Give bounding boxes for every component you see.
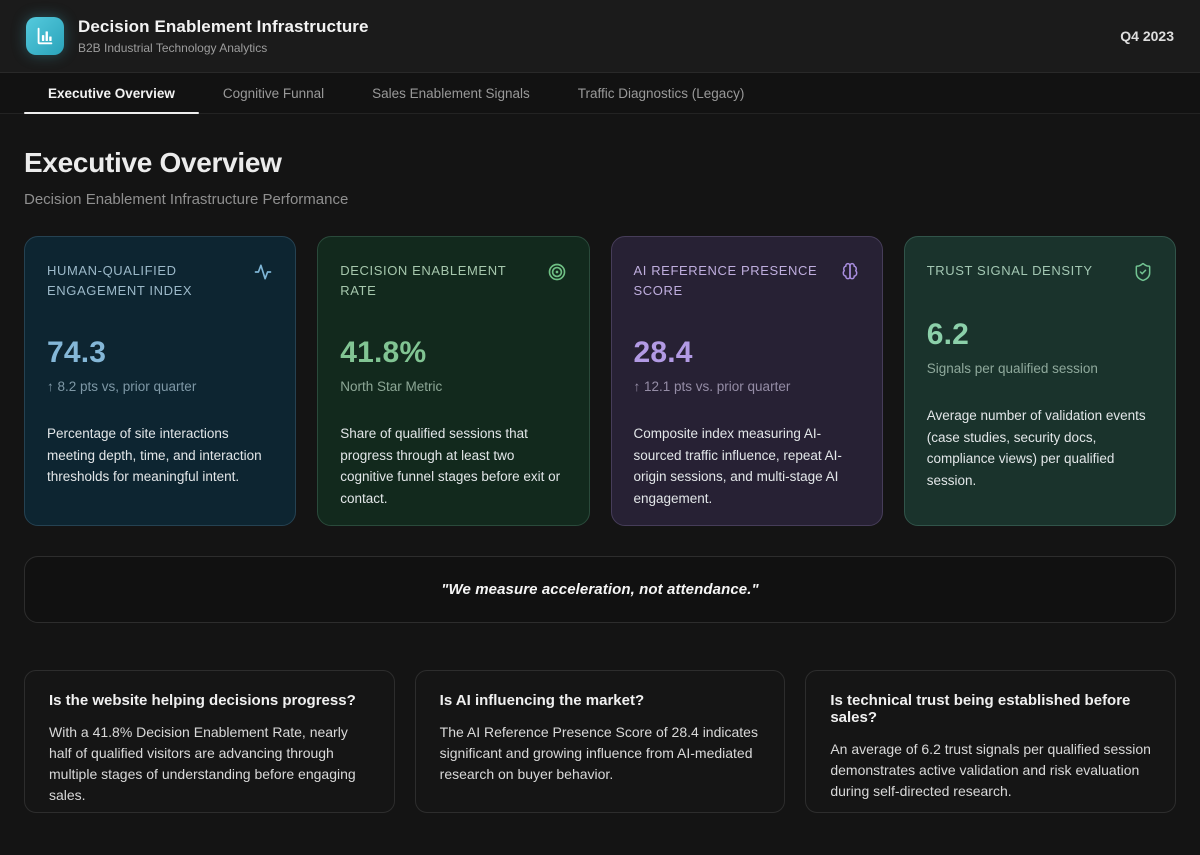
app-header: Decision Enablement Infrastructure B2B I… bbox=[0, 0, 1200, 72]
metric-card-ai-reference-presence: AI REFERENCE PRESENCE SCORE 28.4 ↑ 12.1 … bbox=[611, 236, 883, 526]
main-content: Executive Overview Decision Enablement I… bbox=[0, 147, 1200, 813]
tab-cognitive-funnal[interactable]: Cognitive Funnal bbox=[199, 73, 348, 113]
bar-chart-icon bbox=[34, 25, 56, 47]
metric-card-trust-signal-density: TRUST SIGNAL DENSITY 6.2 Signals per qua… bbox=[904, 236, 1176, 526]
tab-sales-enablement-signals[interactable]: Sales Enablement Signals bbox=[348, 73, 554, 113]
quote-text: "We measure acceleration, not attendance… bbox=[441, 581, 758, 598]
metric-card-decision-enablement-rate: DECISION ENABLEMENT RATE 41.8% North Sta… bbox=[317, 236, 589, 526]
quote-banner: "We measure acceleration, not attendance… bbox=[24, 556, 1176, 623]
insight-card-decisions-progress: Is the website helping decisions progres… bbox=[24, 670, 395, 813]
app-subtitle: B2B Industrial Technology Analytics bbox=[78, 41, 369, 55]
metric-label: TRUST SIGNAL DENSITY bbox=[927, 261, 1093, 281]
metric-description: Average number of validation events (cas… bbox=[927, 405, 1153, 491]
brain-icon bbox=[840, 262, 860, 282]
app-identity: Decision Enablement Infrastructure B2B I… bbox=[26, 17, 369, 55]
metric-label: AI REFERENCE PRESENCE SCORE bbox=[634, 261, 832, 300]
metric-card-header: DECISION ENABLEMENT RATE bbox=[340, 261, 566, 300]
metric-subtitle: North Star Metric bbox=[340, 379, 566, 394]
page-title: Executive Overview bbox=[24, 147, 1176, 179]
metric-card-engagement-index: HUMAN-QUALIFIED ENGAGEMENT INDEX 74.3 ↑ … bbox=[24, 236, 296, 526]
metric-value: 28.4 bbox=[634, 336, 860, 370]
insight-answer: An average of 6.2 trust signals per qual… bbox=[830, 739, 1151, 802]
app-title: Decision Enablement Infrastructure bbox=[78, 17, 369, 37]
metric-card-header: HUMAN-QUALIFIED ENGAGEMENT INDEX bbox=[47, 261, 273, 300]
metric-value: 74.3 bbox=[47, 336, 273, 370]
metric-delta: ↑ 8.2 pts vs, prior quarter bbox=[47, 379, 273, 394]
period-badge: Q4 2023 bbox=[1120, 28, 1174, 44]
insight-card-row: Is the website helping decisions progres… bbox=[24, 670, 1176, 813]
tab-executive-overview[interactable]: Executive Overview bbox=[24, 73, 199, 113]
metric-card-header: AI REFERENCE PRESENCE SCORE bbox=[634, 261, 860, 300]
insight-card-ai-influence: Is AI influencing the market? The AI Ref… bbox=[415, 670, 786, 813]
target-icon bbox=[547, 262, 567, 282]
insight-answer: The AI Reference Presence Score of 28.4 … bbox=[440, 722, 761, 785]
metric-label: DECISION ENABLEMENT RATE bbox=[340, 261, 538, 300]
metric-label: HUMAN-QUALIFIED ENGAGEMENT INDEX bbox=[47, 261, 245, 300]
metric-card-header: TRUST SIGNAL DENSITY bbox=[927, 261, 1153, 282]
activity-icon bbox=[253, 262, 273, 282]
shield-check-icon bbox=[1133, 262, 1153, 282]
insight-question: Is technical trust being established bef… bbox=[830, 692, 1151, 726]
insight-answer: With a 41.8% Decision Enablement Rate, n… bbox=[49, 722, 370, 806]
insight-card-technical-trust: Is technical trust being established bef… bbox=[805, 670, 1176, 813]
tab-bar: Executive Overview Cognitive Funnal Sale… bbox=[0, 72, 1200, 114]
metric-value: 6.2 bbox=[927, 318, 1153, 352]
insight-question: Is the website helping decisions progres… bbox=[49, 692, 370, 709]
tab-traffic-diagnostics-legacy[interactable]: Traffic Diagnostics (Legacy) bbox=[554, 73, 769, 113]
metric-value: 41.8% bbox=[340, 336, 566, 370]
page-subtitle: Decision Enablement Infrastructure Perfo… bbox=[24, 191, 1176, 208]
metric-description: Percentage of site interactions meeting … bbox=[47, 423, 273, 488]
metric-card-row: HUMAN-QUALIFIED ENGAGEMENT INDEX 74.3 ↑ … bbox=[24, 236, 1176, 526]
header-titles: Decision Enablement Infrastructure B2B I… bbox=[78, 17, 369, 55]
app-logo bbox=[26, 17, 64, 55]
insight-question: Is AI influencing the market? bbox=[440, 692, 761, 709]
metric-subtitle: Signals per qualified session bbox=[927, 361, 1153, 376]
metric-delta: ↑ 12.1 pts vs. prior quarter bbox=[634, 379, 860, 394]
metric-description: Share of qualified sessions that progres… bbox=[340, 423, 566, 509]
metric-description: Composite index measuring AI-sourced tra… bbox=[634, 423, 860, 509]
